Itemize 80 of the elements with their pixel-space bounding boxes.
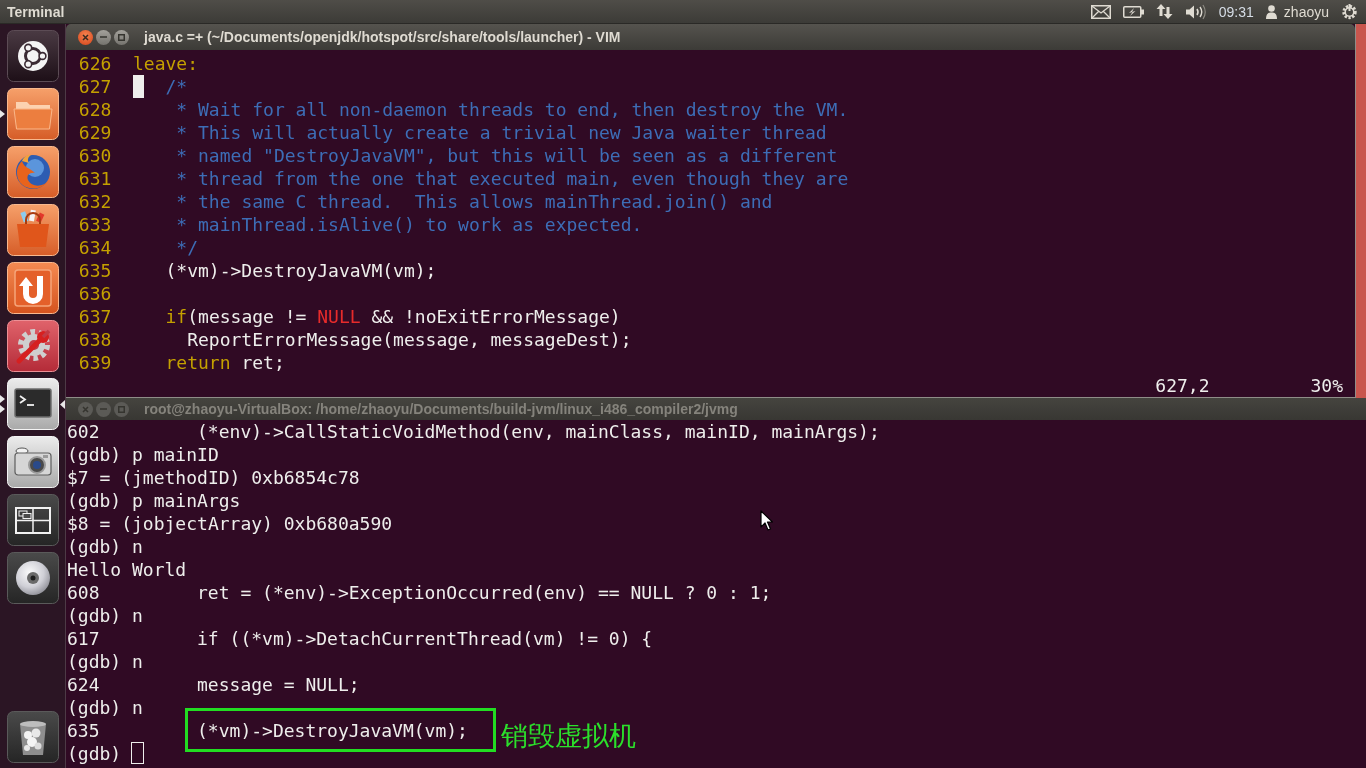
line-number: 637 [78,305,112,328]
line-number: 638 [78,328,112,351]
annotation-text: 销毁虚拟机 [500,721,636,751]
code-line: * mainThread.isAlive() to work as expected. [176,214,643,235]
minimize-icon [100,36,107,38]
terminal-line: Hello World [67,558,187,581]
line-number: 608 [67,581,101,604]
source-code: ret = (*env)->ExceptionOccurred(env) == NULL ? 0 : 1; [197,582,772,603]
line-number: 634 [78,236,112,259]
terminal-line: (gdb) n [67,535,143,558]
maximize-icon [118,33,125,41]
battery-icon[interactable] [1122,5,1144,18]
code-line: if(message != NULL && !noExitErrorMessage) [165,306,621,327]
line-number: 628 [78,98,112,121]
gear-wrench-icon[interactable] [7,320,59,372]
terminal-line: (gdb) n [67,604,143,627]
code-line: leave: [133,53,199,74]
line-number: 630 [78,144,112,167]
mail-icon[interactable] [1090,4,1111,19]
upload-icon[interactable] [7,262,59,314]
code-line: * thread from the one that executed main, even though they are [176,168,849,189]
code-line: * Wait for all non-daemon threads to end, then destroy the VM. [176,99,849,120]
gear-icon[interactable] [1341,3,1358,20]
code-line: * named "DestroyJavaVM", but this will be seen as a different [176,145,838,166]
terminal-line: (gdb) n [67,696,143,719]
terminal-line: $7 = (jmethodID) 0xb6854c78 [67,466,360,489]
close-icon [82,33,89,41]
line-number: 617 [67,627,101,650]
source-code: if ((*vm)->DetachCurrentThread(vm) != 0) { [197,628,653,649]
terminal-line: (gdb) n [67,650,143,673]
terminal-line: $8 = (jobjectArray) 0xb680a590 [67,512,393,535]
source-code: message = NULL; [197,674,360,695]
workspaces-grid-icon[interactable] [7,494,59,546]
code-line: ReportErrorMessage(message, messageDest); [187,329,632,350]
line-number: 633 [78,213,112,236]
code-line: * the same C thread. This allows mainThread.join() and [176,191,773,212]
window-title: java.c =+ (~/Documents/openjdk/hotspot/src/share/tools/launcher) - VIM [144,29,621,45]
terminal-line: (gdb) p mainArgs [67,489,241,512]
maximize-button[interactable] [114,29,129,45]
line-number: 632 [78,190,112,213]
line-number: 635 [67,719,101,742]
mouse-pointer-icon [760,510,773,531]
trash-icon[interactable] [7,711,59,763]
clock[interactable]: 09:31 [1218,3,1254,20]
line-number: 635 [78,259,112,282]
circle-logo-icon[interactable] [7,30,59,82]
code-line: return ret; [165,352,285,373]
line-number: 602 [67,420,101,443]
terminal-line: (gdb) [67,742,122,765]
line-number: 626 [78,52,112,75]
source-code: (*vm)->DestroyJavaVM(vm); [197,720,468,741]
terminal-line: (gdb) p mainID [67,443,219,466]
line-number: 639 [78,351,112,374]
scroll-percent: 30% [1310,374,1343,397]
source-code: (*env)->CallStaticVoidMethod(env, mainClass, mainID, mainArgs); [197,421,880,442]
camera-icon[interactable] [7,436,59,488]
user-name[interactable]: zhaoyu [1283,3,1329,20]
network-icon[interactable] [1155,3,1173,20]
cursor-position: 627,2 [1155,374,1210,397]
app-title: Terminal [7,3,65,20]
shopping-bag-icon[interactable] [7,204,59,256]
volume-icon[interactable] [1184,3,1207,20]
window-title: root@zhaoyu-VirtualBox: /home/zhaoyu/Documents/build-jvm/linux_i486_compiler2/jvmg [144,401,738,417]
code-line: (*vm)->DestroyJavaVM(vm); [165,260,437,281]
code-line: * This will actually create a trivial new Java waiter thread [176,122,827,143]
user-icon[interactable] [1265,4,1277,19]
maximize-icon [118,405,125,413]
close-button[interactable] [78,29,93,45]
globe-icon[interactable] [7,146,59,198]
close-icon [82,405,89,413]
line-number: 636 [78,282,112,305]
minimize-button[interactable] [96,29,111,45]
line-number: 624 [67,673,101,696]
terminal-icon[interactable] [7,378,59,430]
folder-icon[interactable] [7,88,59,140]
line-number: 629 [78,121,112,144]
line-number: 631 [78,167,112,190]
code-line: /* [165,76,188,97]
line-number: 627 [78,75,112,98]
code-line: */ [176,237,199,258]
